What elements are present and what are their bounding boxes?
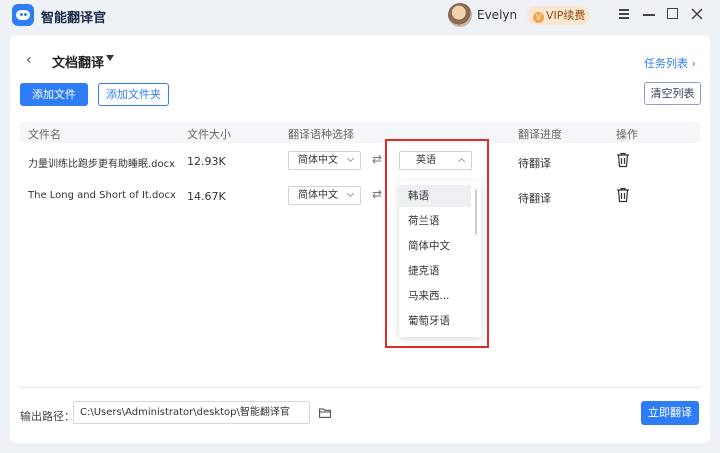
folder-icon[interactable] [319, 408, 331, 418]
vip-renew-button[interactable]: V VIP续费 [527, 6, 590, 25]
delete-icon[interactable] [616, 152, 630, 168]
vip-crown-icon: V [533, 12, 544, 23]
divider [20, 387, 700, 388]
clear-list-button[interactable]: 清空列表 [644, 82, 701, 105]
close-icon[interactable] [689, 6, 705, 22]
caret-down-icon[interactable] [106, 55, 114, 61]
app-title: 智能翻译官 [41, 11, 107, 26]
delete-icon[interactable] [616, 187, 630, 203]
swap-icon[interactable]: ⇄ [372, 187, 382, 201]
table-header: 文件名 文件大小 翻译语种选择 翻译进度 操作 [20, 122, 700, 143]
menu-icon[interactable] [616, 6, 632, 22]
swap-icon[interactable]: ⇄ [372, 152, 382, 166]
title-bar: 智能翻译官 Evelyn V VIP续费 [0, 0, 720, 30]
add-file-button[interactable]: 添加文件 [20, 83, 88, 106]
header-actions: 操作 [616, 128, 638, 141]
file-size: 14.67K [187, 190, 226, 203]
output-path-input[interactable]: C:\Users\Administrator\desktop\智能翻译官 [73, 401, 310, 424]
minimize-icon[interactable] [641, 6, 657, 22]
header-file-name: 文件名 [28, 128, 61, 141]
main-panel: ‹ 文档翻译 任务列表 › 添加文件 添加文件夹 清空列表 文件名 文件大小 翻… [10, 35, 710, 443]
vip-renew-label: VIP续费 [546, 9, 586, 22]
translate-now-button[interactable]: 立即翻译 [641, 401, 699, 425]
file-size: 12.93K [187, 155, 226, 168]
user-name[interactable]: Evelyn [477, 8, 517, 22]
app-logo-icon [12, 4, 34, 26]
file-name: 力量训练比跑步更有助睡眠.docx [28, 159, 176, 170]
source-language-select[interactable]: 简体中文 [288, 186, 361, 205]
header-file-size: 文件大小 [187, 128, 231, 141]
file-name: The Long and Short of It.docx [28, 190, 176, 201]
header-language: 翻译语种选择 [288, 128, 354, 141]
source-language-select[interactable]: 简体中文 [288, 151, 361, 170]
progress-status: 待翻译 [518, 192, 551, 205]
add-folder-button[interactable]: 添加文件夹 [98, 83, 169, 106]
source-language-value: 简体中文 [298, 190, 338, 201]
output-path-label: 输出路径： [20, 410, 75, 423]
task-list-link[interactable]: 任务列表 › [644, 55, 696, 71]
page-title[interactable]: 文档翻译 [52, 52, 104, 71]
maximize-icon[interactable] [665, 6, 681, 22]
source-language-value: 简体中文 [298, 155, 338, 166]
back-icon[interactable]: ‹ [26, 52, 32, 68]
highlight-box [385, 139, 489, 348]
avatar[interactable] [448, 3, 472, 27]
header-progress: 翻译进度 [518, 128, 562, 141]
progress-status: 待翻译 [518, 157, 551, 170]
